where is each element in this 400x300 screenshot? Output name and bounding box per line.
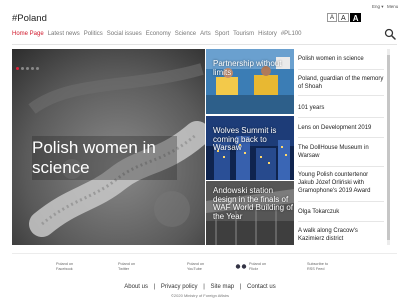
flickr-icon[interactable] bbox=[235, 264, 247, 269]
slide-dot[interactable] bbox=[21, 67, 24, 70]
about-us-link[interactable]: About us bbox=[124, 284, 148, 290]
copyright: ©2020 Ministry of Foreign Affairs bbox=[170, 293, 229, 298]
nav-item-science[interactable]: Science bbox=[175, 31, 196, 41]
list-item[interactable]: The DollHouse Museum in Warsaw bbox=[298, 144, 384, 160]
contact-us-link[interactable]: Contact us bbox=[247, 284, 276, 290]
twitter-link[interactable]: Poland on Twitter bbox=[118, 262, 135, 272]
nav-item-history[interactable]: History bbox=[258, 31, 277, 41]
hero-title[interactable]: Polish women in science bbox=[32, 136, 177, 180]
nav-item-pl100[interactable]: #PL100 bbox=[281, 31, 302, 41]
list-item[interactable]: Polish women in science bbox=[298, 55, 384, 63]
slide-indicators bbox=[16, 67, 39, 70]
rss-link[interactable]: Subscribe to RSS Feed bbox=[307, 262, 328, 272]
social-label: Flickr bbox=[249, 267, 259, 271]
tile-title[interactable]: Andowski station design in the finals of… bbox=[213, 186, 294, 221]
social-label: Twitter bbox=[118, 267, 130, 271]
footer-separator: | bbox=[153, 284, 156, 290]
slide-dot[interactable] bbox=[31, 67, 34, 70]
flickr-link[interactable]: Poland on Flickr bbox=[249, 262, 266, 272]
list-divider bbox=[298, 95, 384, 96]
list-item[interactable]: Lens on Development 2019 bbox=[298, 124, 384, 132]
list-divider bbox=[298, 166, 384, 167]
tile-title[interactable]: Wolves Summit is coming back to Warsaw bbox=[213, 126, 294, 153]
privacy-policy-link[interactable]: Privacy policy bbox=[161, 284, 198, 290]
scrollbar-thumb[interactable] bbox=[387, 55, 390, 240]
list-item[interactable]: A walk along Cracow's Kazimierz district bbox=[298, 227, 384, 243]
font-size-controls: A A A bbox=[327, 13, 362, 23]
nav-item-politics[interactable]: Politics bbox=[84, 31, 103, 41]
font-size-medium-button[interactable]: A bbox=[338, 13, 349, 22]
slide-dot[interactable] bbox=[36, 67, 39, 70]
list-item[interactable]: 101 years bbox=[298, 104, 384, 112]
slide-dot[interactable] bbox=[16, 67, 19, 70]
nav-divider bbox=[12, 44, 397, 45]
nav-item-economy[interactable]: Economy bbox=[146, 31, 171, 41]
nav-item-sport[interactable]: Sport bbox=[215, 31, 229, 41]
nav-item-home-page[interactable]: Home Page bbox=[12, 31, 44, 41]
list-divider bbox=[298, 117, 384, 118]
nav-item-arts[interactable]: Arts bbox=[200, 31, 211, 41]
footer-separator: | bbox=[239, 284, 242, 290]
list-divider bbox=[298, 221, 384, 222]
main-nav: Home Page Latest news Politics Social is… bbox=[12, 31, 302, 41]
list-item[interactable]: Olga Tokarczuk bbox=[298, 208, 384, 216]
social-label: YouTube bbox=[187, 267, 202, 271]
youtube-link[interactable]: Poland on YouTube bbox=[187, 262, 204, 272]
article-tile[interactable]: Andowski station design in the finals of… bbox=[206, 181, 294, 245]
list-divider bbox=[298, 201, 384, 202]
nav-item-social-issues[interactable]: Social issues bbox=[107, 31, 142, 41]
language-selector[interactable]: Eng ▾ bbox=[372, 4, 384, 10]
nav-item-tourism[interactable]: Tourism bbox=[233, 31, 254, 41]
top-bar: #Poland A A A Eng ▾ Menu bbox=[0, 0, 400, 30]
hero-slide[interactable]: Polish women in science bbox=[12, 49, 205, 245]
search-icon[interactable] bbox=[384, 28, 396, 40]
social-label: RSS Feed bbox=[307, 267, 325, 271]
site-logo[interactable]: #Poland bbox=[12, 13, 47, 24]
list-item[interactable]: Poland, guardian of the memory of Shoah bbox=[298, 75, 384, 91]
menu-link[interactable]: Menu bbox=[387, 4, 398, 9]
list-item[interactable]: Young Polish countertenor Jakub Józef Or… bbox=[298, 171, 384, 195]
font-size-large-button[interactable]: A bbox=[349, 13, 362, 23]
footer-links: About us | Privacy policy | Site map | C… bbox=[0, 284, 400, 290]
list-divider bbox=[298, 69, 384, 70]
site-map-link[interactable]: Site map bbox=[210, 284, 234, 290]
facebook-link[interactable]: Poland on Facebook bbox=[56, 262, 73, 272]
article-tile[interactable]: Partnership without limits bbox=[206, 49, 294, 114]
nav-item-latest-news[interactable]: Latest news bbox=[48, 31, 80, 41]
tile-title[interactable]: Partnership without limits bbox=[213, 59, 294, 77]
social-label: Facebook bbox=[56, 267, 73, 271]
footer-separator: | bbox=[203, 284, 205, 290]
list-divider bbox=[298, 137, 384, 138]
footer-divider bbox=[12, 253, 397, 254]
font-size-small-button[interactable]: A bbox=[327, 13, 338, 22]
slide-dot[interactable] bbox=[26, 67, 29, 70]
news-list-scrollbar[interactable] bbox=[387, 49, 390, 245]
article-tile[interactable]: Wolves Summit is coming back to Warsaw bbox=[206, 116, 294, 180]
